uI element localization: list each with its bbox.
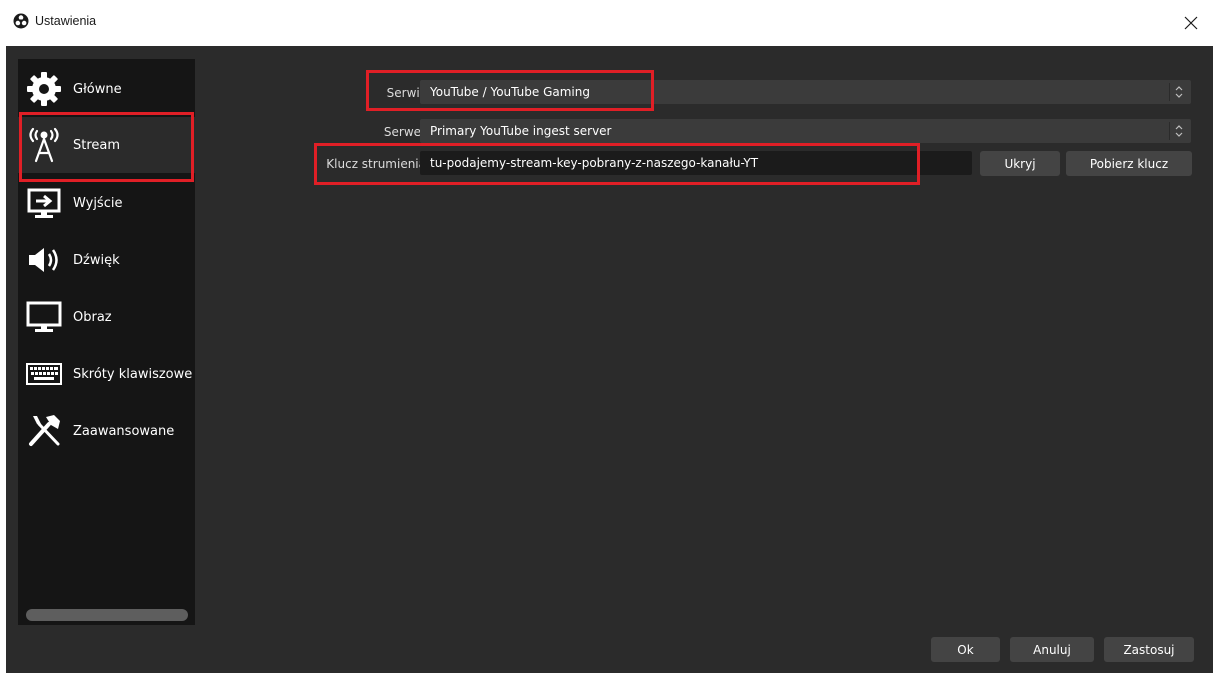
updown-arrows-icon — [1169, 122, 1187, 140]
service-combobox[interactable]: YouTube / YouTube Gaming — [420, 80, 1191, 104]
sidebar-label-output: Wyjście — [73, 195, 123, 211]
settings-content: Główne Stream Wyjście Dźwięk Obraz Skrót… — [6, 46, 1213, 673]
settings-sidebar: Główne Stream Wyjście Dźwięk Obraz Skrót… — [18, 59, 195, 625]
close-button[interactable] — [1177, 9, 1205, 37]
sidebar-item-video[interactable]: Obraz — [18, 289, 195, 345]
obs-logo-icon — [13, 13, 29, 29]
sidebar-label-audio: Dźwięk — [73, 252, 120, 268]
sidebar-label-hotkeys: Skróty klawiszowe — [73, 366, 193, 382]
cancel-button[interactable]: Anuluj — [1010, 637, 1094, 662]
sidebar-item-audio[interactable]: Dźwięk — [18, 232, 195, 288]
stream-key-label: Klucz strumienia — [326, 157, 426, 171]
sidebar-label-advanced: Zaawansowane — [73, 423, 175, 439]
close-icon — [1184, 16, 1198, 30]
window-title: Ustawienia — [35, 14, 97, 28]
updown-arrows-icon — [1169, 83, 1187, 101]
ok-button[interactable]: Ok — [931, 637, 1000, 662]
get-key-button[interactable]: Pobierz klucz — [1066, 151, 1192, 176]
speaker-icon — [29, 248, 58, 272]
sidebar-horizontal-scrollbar[interactable] — [26, 609, 188, 621]
sidebar-item-hotkeys[interactable]: Skróty klawiszowe — [18, 346, 195, 402]
sidebar-label-general: Główne — [73, 81, 122, 97]
apply-button[interactable]: Zastosuj — [1104, 637, 1194, 662]
sidebar-item-general[interactable]: Główne — [18, 61, 195, 117]
keyboard-icon — [26, 363, 62, 385]
sidebar-item-output[interactable]: Wyjście — [18, 175, 195, 231]
title-bar: Ustawienia — [0, 0, 1213, 46]
server-combobox[interactable]: Primary YouTube ingest server — [420, 119, 1191, 143]
service-value: YouTube / YouTube Gaming — [430, 85, 590, 99]
hide-key-button[interactable]: Ukryj — [980, 151, 1060, 176]
sidebar-label-stream: Stream — [73, 137, 121, 153]
server-value: Primary YouTube ingest server — [430, 124, 612, 138]
monitor-icon — [26, 301, 62, 332]
sidebar-item-advanced[interactable]: Zaawansowane — [18, 403, 195, 459]
stream-key-input[interactable] — [420, 151, 972, 175]
stream-key-input-wrapper — [420, 151, 972, 175]
gear-icon — [27, 72, 61, 106]
sidebar-item-stream[interactable]: Stream — [18, 117, 195, 173]
output-monitor-icon — [27, 188, 61, 218]
sidebar-label-video: Obraz — [73, 309, 112, 325]
tools-icon — [29, 415, 60, 446]
broadcast-antenna-icon — [29, 127, 59, 163]
